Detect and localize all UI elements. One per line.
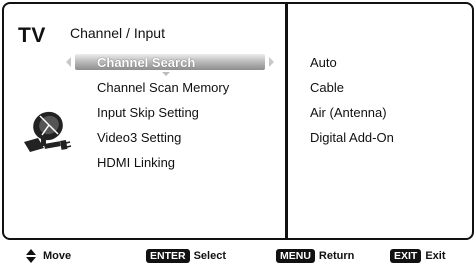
- menu-item-video3-setting[interactable]: Video3 Setting: [97, 131, 229, 156]
- exit-label: Exit: [425, 250, 446, 262]
- enter-key[interactable]: ENTER: [146, 249, 190, 263]
- footer-return: MENU Return: [276, 249, 354, 263]
- option-auto[interactable]: Auto: [310, 56, 394, 81]
- select-label: Select: [193, 250, 227, 262]
- footer-exit: EXIT Exit: [390, 249, 446, 263]
- menu-list: Channel Search Channel Scan Memory Input…: [97, 56, 229, 181]
- tv-label: TV: [18, 24, 46, 47]
- menu-item-hdmi-linking[interactable]: HDMI Linking: [97, 156, 229, 181]
- exit-key[interactable]: EXIT: [390, 249, 422, 263]
- option-cable[interactable]: Cable: [310, 81, 394, 106]
- up-down-arrow-icon: [26, 249, 36, 263]
- menu-title: Channel / Input: [70, 25, 165, 41]
- satellite-dish-icon: [24, 111, 72, 152]
- options-list: Auto Cable Air (Antenna) Digital Add-On: [310, 56, 394, 156]
- return-label: Return: [318, 250, 355, 262]
- menu-key[interactable]: MENU: [276, 249, 315, 263]
- footer-move: Move: [26, 249, 71, 263]
- menu-item-channel-scan-memory[interactable]: Channel Scan Memory: [97, 81, 229, 106]
- move-label: Move: [43, 250, 72, 262]
- footer-select: ENTER Select: [146, 249, 226, 263]
- footer-help-bar: Move ENTER Select MENU Return EXIT Exit: [0, 240, 476, 269]
- panel-divider: [285, 2, 288, 240]
- option-digital-add-on[interactable]: Digital Add-On: [310, 131, 394, 156]
- right-arrow-icon[interactable]: [269, 57, 274, 67]
- left-arrow-icon[interactable]: [66, 57, 71, 67]
- menu-item-input-skip-setting[interactable]: Input Skip Setting: [97, 106, 229, 131]
- option-air-antenna[interactable]: Air (Antenna): [310, 106, 394, 131]
